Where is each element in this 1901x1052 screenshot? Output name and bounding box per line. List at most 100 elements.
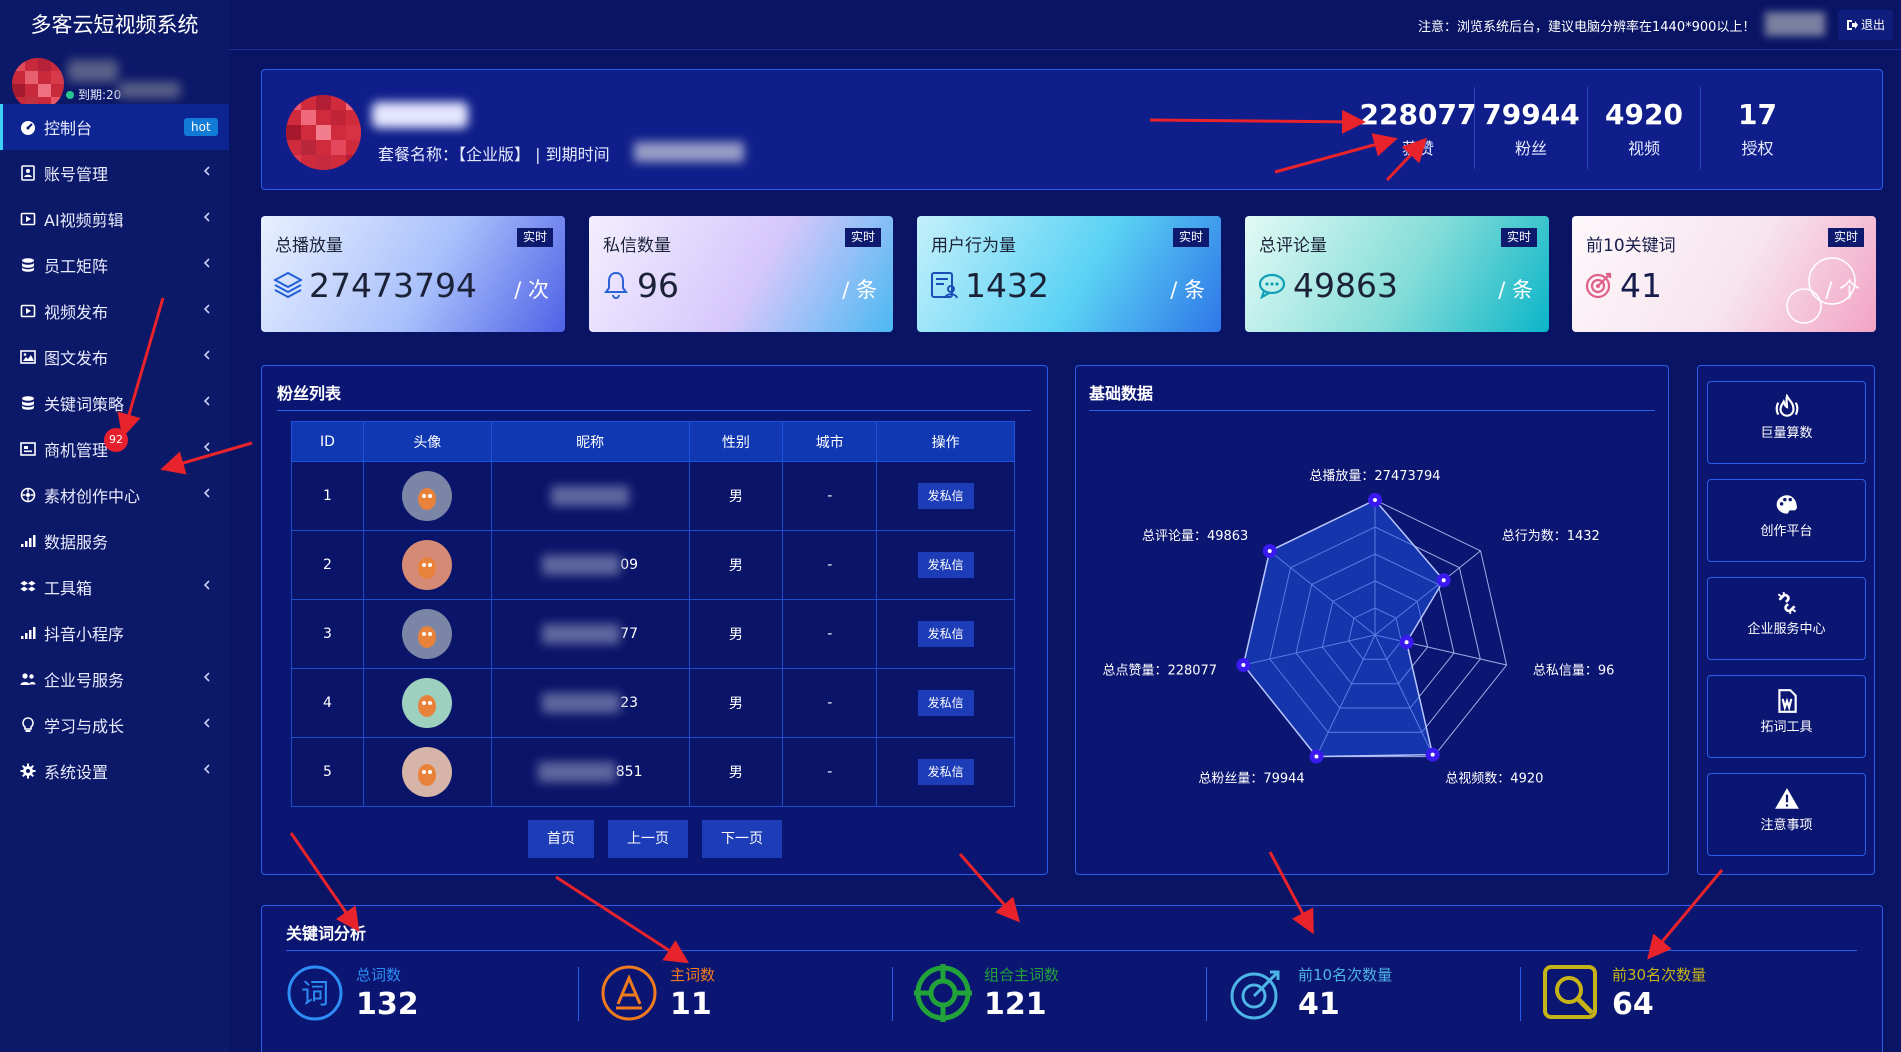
fan-avatar: [402, 540, 453, 590]
tool-label: 拓词工具: [1760, 720, 1813, 735]
chevron-left-icon: [203, 488, 210, 498]
send-message-button[interactable]: 发私信: [917, 552, 974, 578]
fans-title: 粉丝列表: [277, 384, 342, 403]
radar-point-center: [1373, 498, 1377, 502]
send-message-button[interactable]: 发私信: [917, 759, 974, 785]
sidebar-item-label: 商机管理: [44, 441, 109, 460]
logout-icon: [1847, 20, 1858, 30]
next-page-button[interactable]: 下一页: [702, 820, 782, 858]
cartoon-avatar-icon: [418, 557, 437, 579]
sidebar-item-1[interactable]: 控制台 hot: [0, 104, 229, 150]
stat-card-value: 41: [1620, 266, 1662, 305]
profile-name-blurred: [372, 102, 468, 128]
database-icon: [22, 396, 34, 410]
tool-4[interactable]: 拓词工具: [1707, 675, 1866, 758]
send-message-button[interactable]: 发私信: [917, 483, 974, 509]
logout-button[interactable]: 退出: [1838, 10, 1894, 40]
magnifier-icon: [1543, 965, 1597, 1019]
notification-count-badge: 92: [104, 428, 128, 452]
svg-text:词: 词: [301, 977, 329, 1010]
resolution-notice: 注意：浏览系统后台，建议电脑分辨率在1440*900以上！: [1418, 20, 1756, 35]
radar-point-center: [1241, 663, 1246, 668]
fan-id: 3: [291, 599, 364, 669]
warning-icon: [1774, 788, 1799, 809]
header-stat-label: 视频: [1627, 138, 1660, 158]
radar-chart: 总播放量：27473794 总行为数：1432 总私信量：96 总视频数：4920 总粉…: [1102, 469, 1614, 786]
stat-card-3: 用户行为量 实时 1432 / 条: [917, 216, 1221, 332]
fire-icon: [1775, 394, 1798, 417]
nickname-blurred: [551, 486, 630, 506]
table-row: 5 851 男 - 发私信: [291, 737, 1015, 807]
tool-2[interactable]: 创作平台: [1707, 479, 1866, 562]
sidebar-item-13[interactable]: 企业号服务: [0, 656, 229, 702]
send-message-button[interactable]: 发私信: [917, 690, 974, 716]
sidebar-item-label: AI视频剪辑: [44, 211, 124, 230]
radar-point-center: [1314, 754, 1319, 759]
action-cell: 发私信: [876, 599, 1015, 669]
tool-1[interactable]: 巨量算数: [1707, 381, 1866, 464]
nickname-cell: 851: [490, 737, 690, 807]
top-username-blurred: [1765, 12, 1825, 36]
tool-5[interactable]: 注意事项: [1707, 773, 1866, 856]
realtime-tag: 实时: [844, 228, 881, 247]
tool-3[interactable]: 企业服务中心: [1707, 577, 1866, 660]
fan-city: -: [782, 461, 878, 531]
fans-table: ID 头像 昵称 性别 城市 操作 1 男 - 发私信 2 09 男 - 发私信 3 77 男 - 发私信 4 23 男 -…: [291, 421, 1015, 807]
fan-city: -: [782, 737, 878, 807]
stat-card-value: 49863: [1293, 266, 1398, 305]
header-stat-value: 17: [1738, 97, 1777, 131]
chevron-left-icon: [203, 718, 210, 728]
radar-label: 总点赞量：228077: [1102, 663, 1217, 678]
expiry-text: 到期:20: [78, 88, 122, 102]
sidebar-item-8[interactable]: 商机管理 92: [0, 426, 229, 472]
word-file-icon: [1777, 689, 1797, 713]
sidebar-item-7[interactable]: 关键词策略: [0, 380, 229, 426]
material-icon: [20, 487, 36, 503]
bulb-icon: [22, 717, 34, 732]
cartoon-avatar-icon: [418, 764, 437, 786]
sidebar-item-14[interactable]: 学习与成长: [0, 702, 229, 748]
sidebar-item-2[interactable]: 账号管理: [0, 150, 229, 196]
sidebar-item-11[interactable]: 工具箱: [0, 564, 229, 610]
sidebar-item-9[interactable]: 素材创作中心: [0, 472, 229, 518]
user-avatar[interactable]: [12, 58, 64, 110]
keyword-stat-2: 主词数 11: [600, 964, 715, 1022]
prev-page-button[interactable]: 上一页: [608, 820, 688, 858]
keyword-stat-label: 前30名次数量: [1612, 966, 1707, 984]
radar-label: 总行为数：1432: [1502, 529, 1600, 544]
table-row: 4 23 男 - 发私信: [291, 668, 1015, 738]
keyword-stat-label: 组合主词数: [984, 966, 1060, 984]
sidebar-item-label: 账号管理: [44, 165, 109, 184]
nickname-blurred: [537, 762, 616, 782]
action-cell: 发私信: [876, 530, 1015, 600]
radar-point-center: [1404, 640, 1409, 645]
action-cell: 发私信: [876, 737, 1015, 807]
first-page-button[interactable]: 首页: [528, 820, 594, 858]
stat-card-unit: / 条: [1170, 278, 1205, 302]
stat-card-5: 前10关键词 实时 41/ 个: [1572, 216, 1876, 332]
sidebar-item-5[interactable]: 视频发布: [0, 288, 229, 334]
app-title: 多客云短视频系统: [30, 13, 199, 37]
keyword-stat-1: 词 总词数 132: [286, 964, 419, 1022]
nickname-blurred: [542, 693, 621, 713]
realtime-tag: 实时: [516, 228, 553, 247]
chevron-left-icon: [203, 672, 210, 682]
sidebar-item-4[interactable]: 员工矩阵: [0, 242, 229, 288]
users-icon: [20, 673, 36, 685]
radar-label: 总视频数：4920: [1445, 771, 1543, 786]
send-message-button[interactable]: 发私信: [917, 621, 974, 647]
stat-card-unit: / 条: [1498, 278, 1533, 302]
sidebar-item-10[interactable]: 数据服务: [0, 518, 229, 564]
crosshair-icon: [914, 964, 972, 1022]
nickname-suffix: 23: [620, 695, 639, 711]
sidebar-item-6[interactable]: 图文发布: [0, 334, 229, 380]
stat-card-title: 私信数量: [603, 236, 671, 256]
sidebar-item-3[interactable]: AI视频剪辑: [0, 196, 229, 242]
fan-gender: 男: [688, 461, 784, 531]
sidebar-item-12[interactable]: 抖音小程序: [0, 610, 229, 656]
sidebar-item-15[interactable]: 系统设置: [0, 748, 229, 794]
hot-badge: hot: [184, 118, 218, 136]
profile-avatar: [286, 95, 361, 170]
avatar-cell: [362, 737, 492, 807]
sidebar-item-label: 企业号服务: [44, 671, 125, 690]
